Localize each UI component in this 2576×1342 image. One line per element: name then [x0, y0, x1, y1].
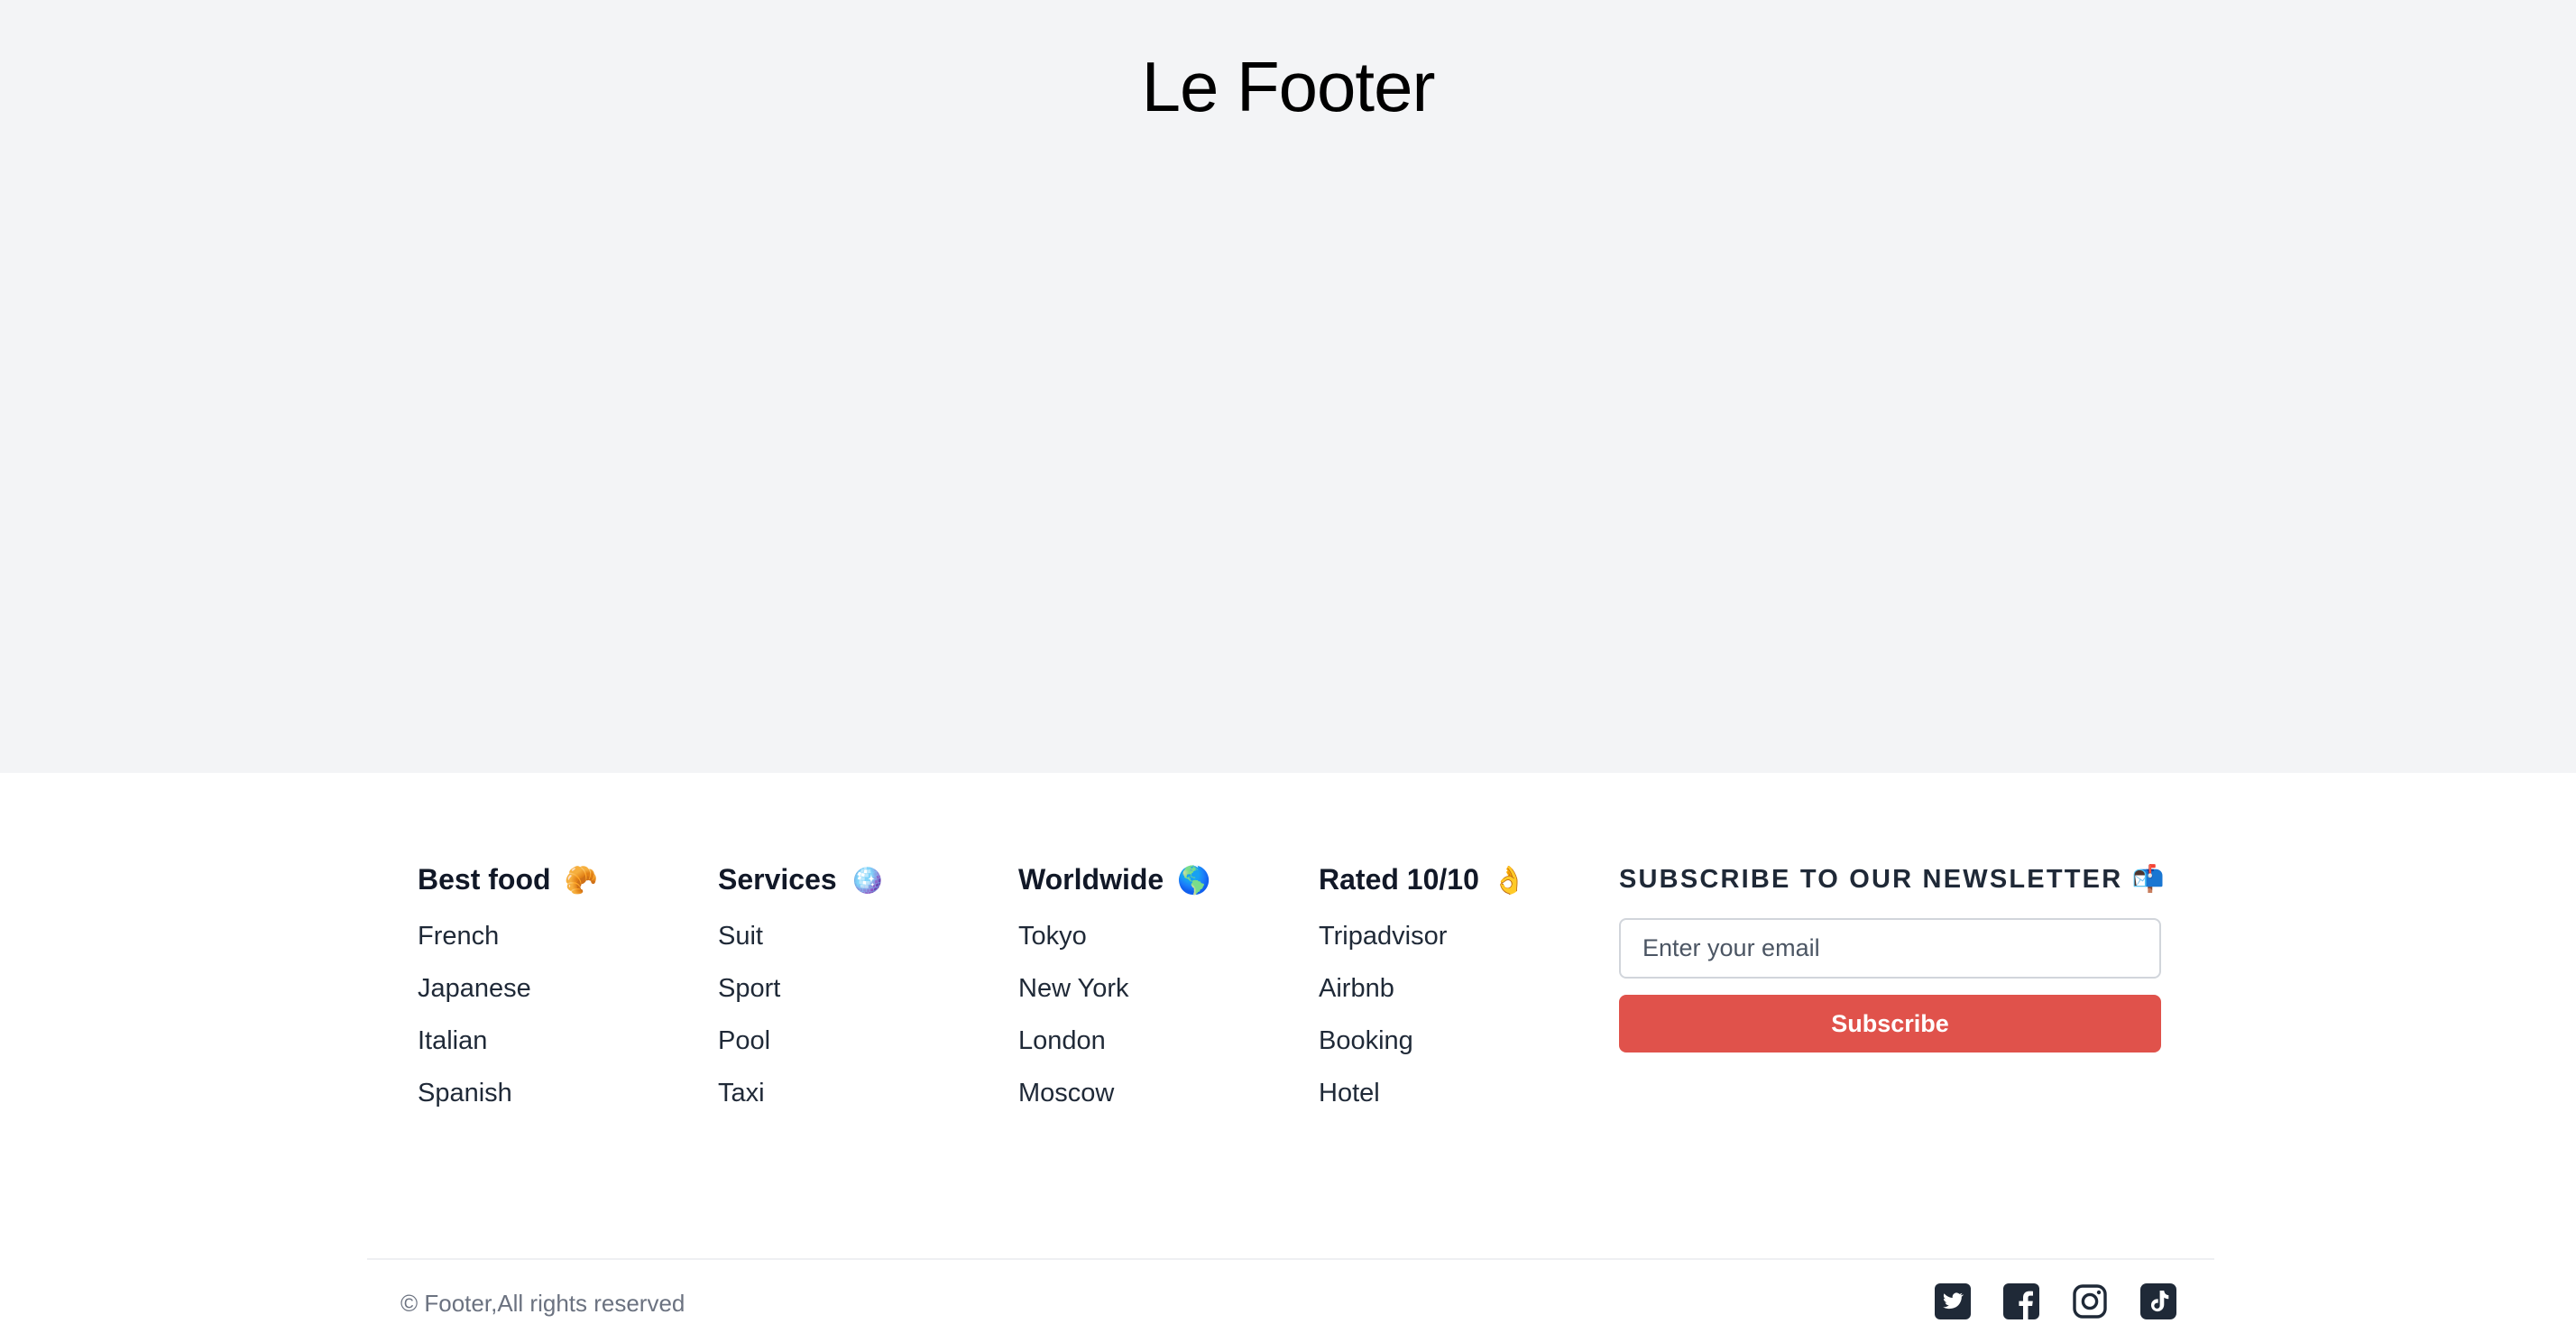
footer-column-worldwide: Worldwide 🌎 Tokyo New York London Moscow	[1018, 861, 1210, 1128]
subscribe-button[interactable]: Subscribe	[1619, 995, 2161, 1052]
footer-column-rated: Rated 10/10 👌 Tripadvisor Airbnb Booking…	[1319, 861, 1526, 1128]
link-list: French Japanese Italian Spanish	[418, 919, 598, 1128]
footer-link-airbnb[interactable]: Airbnb	[1319, 971, 1526, 1024]
instagram-icon[interactable]	[2072, 1283, 2108, 1319]
globe-icon: 🌎	[1177, 866, 1211, 896]
tiktok-icon[interactable]	[2140, 1283, 2176, 1319]
newsletter-heading: SUBSCRIBE TO OUR NEWSLETTER 📬	[1619, 865, 2167, 894]
copyright-text: © Footer,All rights reserved	[400, 1290, 685, 1317]
page-title: Le Footer	[1141, 47, 1436, 126]
disco-ball-icon: 🪩	[850, 866, 884, 896]
footer-column-services: Services 🪩 Suit Sport Pool Taxi	[718, 861, 884, 1128]
footer-link-booking[interactable]: Booking	[1319, 1024, 1526, 1076]
footer-link-pool[interactable]: Pool	[718, 1024, 884, 1076]
hero-section: Le Footer	[0, 0, 2576, 773]
footer-column-best-food: Best food 🥐 French Japanese Italian Span…	[418, 861, 598, 1128]
footer-divider	[367, 1258, 2214, 1260]
footer-link-french[interactable]: French	[418, 919, 598, 971]
footer-link-taxi[interactable]: Taxi	[718, 1076, 884, 1128]
email-input[interactable]	[1619, 918, 2161, 979]
column-heading: Services 🪩	[718, 863, 884, 896]
link-list: Tokyo New York London Moscow	[1018, 919, 1210, 1128]
footer-link-sport[interactable]: Sport	[718, 971, 884, 1024]
footer-link-london[interactable]: London	[1018, 1024, 1210, 1076]
link-list: Suit Sport Pool Taxi	[718, 919, 884, 1128]
social-links	[1935, 1283, 2176, 1319]
footer-link-suit[interactable]: Suit	[718, 919, 884, 971]
footer-link-moscow[interactable]: Moscow	[1018, 1076, 1210, 1128]
site-footer: Best food 🥐 French Japanese Italian Span…	[0, 773, 2576, 1342]
newsletter-form: SUBSCRIBE TO OUR NEWSLETTER 📬 Subscribe	[1619, 861, 2167, 1052]
footer-link-japanese[interactable]: Japanese	[418, 971, 598, 1024]
link-list: Tripadvisor Airbnb Booking Hotel	[1319, 919, 1526, 1128]
croissant-icon: 🥐	[564, 866, 598, 896]
facebook-icon[interactable]	[2003, 1283, 2039, 1319]
column-heading: Worldwide 🌎	[1018, 863, 1211, 896]
twitter-icon[interactable]	[1935, 1283, 1971, 1319]
ok-hand-icon: 👌	[1492, 866, 1527, 896]
column-heading: Best food 🥐	[418, 863, 598, 896]
footer-link-tripadvisor[interactable]: Tripadvisor	[1319, 919, 1526, 971]
column-heading: Rated 10/10 👌	[1319, 863, 1527, 896]
footer-link-new-york[interactable]: New York	[1018, 971, 1210, 1024]
footer-link-spanish[interactable]: Spanish	[418, 1076, 598, 1128]
footer-link-hotel[interactable]: Hotel	[1319, 1076, 1526, 1128]
footer-link-tokyo[interactable]: Tokyo	[1018, 919, 1210, 971]
footer-link-italian[interactable]: Italian	[418, 1024, 598, 1076]
